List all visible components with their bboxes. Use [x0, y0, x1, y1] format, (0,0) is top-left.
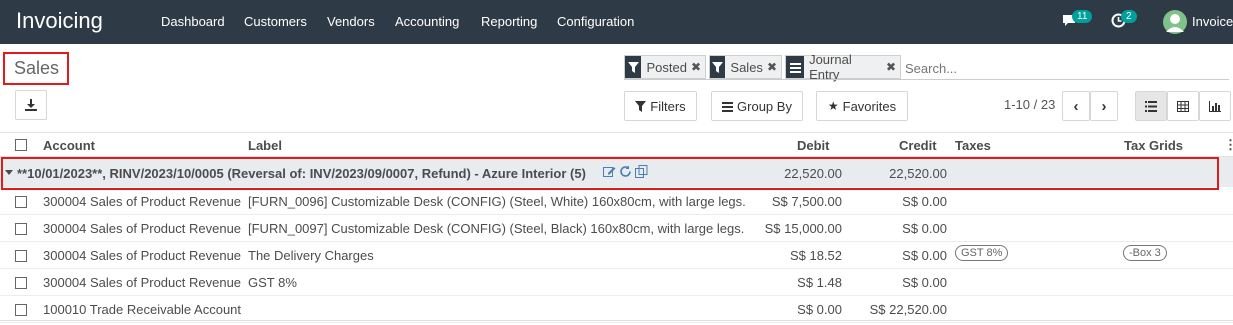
table-row[interactable]: 300004 Sales of Product Revenue [FURN_00…: [0, 188, 1233, 215]
cell-credit: S$ 22,520.00: [869, 302, 947, 317]
search-underline: [624, 79, 1229, 80]
list-icon: [786, 56, 805, 78]
top-navbar: Invoicing Dashboard Customers Vendors Ac…: [0, 0, 1233, 44]
table-row[interactable]: 300004 Sales of Product Revenue The Deli…: [0, 242, 1233, 269]
list-icon: [722, 101, 734, 112]
graph-view-button[interactable]: [1199, 91, 1231, 121]
table-row[interactable]: 300004 Sales of Product Revenue [FURN_00…: [0, 215, 1233, 242]
filters-button[interactable]: Filters: [624, 91, 697, 121]
menu-reporting[interactable]: Reporting: [481, 0, 537, 44]
table-header: Account Label Debit Credit Taxes Tax Gri…: [0, 132, 1233, 157]
row-checkbox[interactable]: [15, 223, 27, 235]
activities-badge: 2: [1121, 10, 1137, 23]
cell-credit: S$ 0.00: [902, 275, 947, 290]
tax-tag: GST 8%: [955, 245, 1009, 261]
cell-debit: S$ 0.00: [797, 302, 842, 317]
cell-account: 300004 Sales of Product Revenue: [43, 194, 242, 209]
bar-chart-icon: [1209, 100, 1221, 112]
filter-icon: [635, 100, 647, 112]
cell-credit: S$ 0.00: [902, 248, 947, 263]
favorites-label: Favorites: [842, 98, 897, 114]
filters-label: Filters: [650, 98, 686, 114]
search-input[interactable]: [905, 58, 1225, 78]
group-highlight-box: [1, 157, 1219, 190]
page-title[interactable]: Sales: [14, 58, 59, 79]
pager-previous-button[interactable]: ‹: [1062, 91, 1090, 121]
optional-columns-icon[interactable]: ⋮: [1224, 137, 1233, 153]
cell-debit: S$ 7,500.00: [771, 194, 842, 209]
facet-label: Posted: [646, 59, 687, 75]
facet-posted: Posted ✖: [624, 55, 706, 79]
cell-debit: S$ 18.52: [789, 248, 842, 263]
row-checkbox[interactable]: [15, 196, 27, 208]
menu-customers[interactable]: Customers: [244, 0, 307, 44]
row-checkbox[interactable]: [15, 277, 27, 289]
download-button[interactable]: [15, 90, 47, 120]
table-row[interactable]: 300004 Sales of Product Revenue GST 8% S…: [0, 269, 1233, 296]
list-view-button[interactable]: [1135, 91, 1167, 121]
header-label[interactable]: Label: [248, 138, 282, 153]
messages-badge: 11: [1072, 10, 1093, 23]
group-by-button[interactable]: Group By: [711, 91, 803, 121]
cell-label: [FURN_0097] Customizable Desk (CONFIG) (…: [248, 221, 745, 236]
remove-facet-icon[interactable]: ✖: [886, 60, 896, 74]
user-name[interactable]: Invoice: [1192, 0, 1233, 44]
user-icon: [1166, 14, 1184, 32]
table-bottom-border: [0, 320, 1233, 321]
cell-credit: S$ 0.00: [902, 194, 947, 209]
filter-icon: [710, 56, 726, 78]
header-tax-grids[interactable]: Tax Grids: [1124, 138, 1183, 153]
header-credit[interactable]: Credit: [899, 138, 937, 153]
row-checkbox[interactable]: [15, 304, 27, 316]
cell-account: 300004 Sales of Product Revenue: [43, 221, 242, 236]
facet-label: Journal Entry: [809, 52, 852, 82]
header-taxes[interactable]: Taxes: [955, 138, 991, 153]
cell-account: 300004 Sales of Product Revenue: [43, 248, 242, 263]
messages-button[interactable]: 11: [1062, 10, 1096, 31]
pager-next-button[interactable]: ›: [1090, 91, 1118, 121]
select-all-checkbox[interactable]: [15, 139, 27, 151]
menu-accounting[interactable]: Accounting: [395, 0, 459, 44]
remove-facet-icon[interactable]: ✖: [691, 60, 701, 74]
pager-value[interactable]: 1-10 / 23: [1004, 97, 1055, 112]
chevron-left-icon: ‹: [1073, 97, 1079, 115]
favorites-button[interactable]: ★ Favorites: [816, 91, 908, 121]
header-account[interactable]: Account: [43, 138, 95, 153]
facet-journal-entry: Journal Entry ✖: [785, 52, 901, 82]
cell-debit: S$ 15,000.00: [764, 221, 842, 236]
remove-facet-icon[interactable]: ✖: [767, 60, 777, 74]
table-row[interactable]: 100010 Trade Receivable Account S$ 0.00 …: [0, 296, 1233, 323]
cell-account: 100010 Trade Receivable Account: [43, 302, 242, 317]
cell-label: GST 8%: [248, 275, 297, 290]
activities-button[interactable]: 2: [1111, 10, 1141, 31]
menu-dashboard[interactable]: Dashboard: [161, 0, 225, 44]
table-icon: [1177, 100, 1189, 112]
menu-vendors[interactable]: Vendors: [327, 0, 375, 44]
cell-credit: S$ 0.00: [902, 221, 947, 236]
star-icon: ★: [827, 99, 839, 113]
row-checkbox[interactable]: [15, 250, 27, 262]
user-avatar[interactable]: [1163, 10, 1187, 34]
facet-label: Sales: [730, 59, 763, 75]
cell-label: [FURN_0096] Customizable Desk (CONFIG) (…: [248, 194, 746, 209]
menu-configuration[interactable]: Configuration: [557, 0, 634, 44]
cell-debit: S$ 1.48: [797, 275, 842, 290]
group-by-label: Group By: [737, 98, 792, 114]
download-icon: [25, 99, 37, 111]
pivot-view-button[interactable]: [1167, 91, 1199, 121]
header-debit[interactable]: Debit: [797, 138, 830, 153]
chevron-right-icon: ›: [1101, 97, 1107, 115]
filter-icon: [625, 56, 642, 78]
facet-sales: Sales ✖: [709, 55, 782, 79]
tax-grid-tag: -Box 3: [1123, 245, 1167, 261]
cell-label: The Delivery Charges: [248, 248, 374, 263]
cell-account: 300004 Sales of Product Revenue: [43, 275, 242, 290]
list-view-icon: [1145, 100, 1157, 112]
app-brand[interactable]: Invoicing: [16, 8, 103, 34]
